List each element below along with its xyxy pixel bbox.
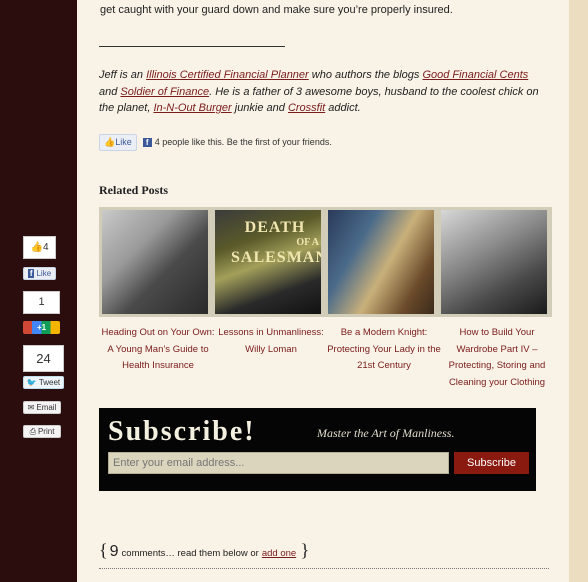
divider bbox=[99, 46, 285, 47]
related-post-link[interactable]: How to Build Your Wardrobe Part IV – Pro… bbox=[440, 325, 554, 391]
thumbnail-health-insurance[interactable] bbox=[102, 210, 208, 314]
fb-count-value: 4 bbox=[42, 242, 49, 253]
subscribe-button[interactable]: Subscribe bbox=[454, 452, 529, 474]
tweet-label: Tweet bbox=[38, 378, 61, 387]
bio-text: addict. bbox=[325, 102, 361, 114]
email-input[interactable] bbox=[108, 452, 449, 474]
google-plus-button[interactable]: +1 bbox=[23, 321, 60, 334]
email-share-button[interactable]: ✉ Email bbox=[23, 401, 61, 414]
print-label: Print bbox=[37, 427, 55, 436]
subscribe-box: Subscribe! Master the Art of Manliness. … bbox=[99, 408, 536, 491]
facebook-like-button[interactable]: 👍 Like bbox=[99, 133, 137, 151]
thumbs-up-icon: 👍 bbox=[104, 136, 116, 147]
brace-close: } bbox=[296, 540, 310, 560]
comments-text: comments… read them below or bbox=[121, 548, 259, 559]
printer-icon: ⎙ bbox=[29, 426, 36, 436]
brace-open: { bbox=[99, 540, 108, 560]
related-posts-heading: Related Posts bbox=[99, 183, 168, 197]
tweet-button[interactable]: 🐦 Tweet bbox=[23, 376, 64, 389]
bio-text: and bbox=[99, 85, 121, 98]
bio-text: junkie and bbox=[231, 102, 288, 114]
dotted-divider bbox=[99, 568, 549, 569]
like-label: Like bbox=[115, 137, 132, 147]
thumbs-up-icon: 👍 bbox=[30, 242, 43, 253]
comments-summary: { 9 comments… read them below or add one… bbox=[99, 540, 309, 561]
facebook-share-button[interactable]: f Like bbox=[23, 267, 56, 280]
soldier-of-finance-link[interactable]: Soldier of Finance bbox=[120, 86, 209, 98]
related-post-link[interactable]: Lessons in Unmanliness: Willy Loman bbox=[214, 325, 328, 358]
related-post-link[interactable]: Heading Out on Your Own: A Young Man’s G… bbox=[101, 325, 215, 375]
intro-text: get caught with your guard down and make… bbox=[100, 4, 453, 16]
facebook-share-count: 👍4 bbox=[23, 236, 56, 259]
right-edge bbox=[569, 0, 588, 582]
facebook-icon: f bbox=[142, 137, 152, 147]
thumbnail-wardrobe[interactable] bbox=[441, 210, 547, 314]
print-button[interactable]: ⎙ Print bbox=[23, 425, 61, 438]
facebook-icon: f bbox=[27, 269, 35, 278]
article-content: get caught with your guard down and make… bbox=[77, 0, 569, 582]
related-thumbnails: DEATH OF A SALESMAN bbox=[99, 207, 552, 317]
thumbnail-willy-loman[interactable]: DEATH OF A SALESMAN bbox=[215, 210, 321, 314]
facebook-like-widget: 👍 Like f 4 people like this. Be the first… bbox=[99, 133, 332, 151]
google-plus-count: 1 bbox=[23, 291, 60, 314]
comment-count: 9 bbox=[109, 543, 119, 560]
add-comment-link[interactable]: add one bbox=[262, 548, 296, 559]
related-post-link[interactable]: Be a Modern Knight: Protecting Your Lady… bbox=[327, 325, 441, 375]
subscribe-title: Subscribe! bbox=[108, 416, 256, 447]
good-financial-cents-link[interactable]: Good Financial Cents bbox=[422, 69, 528, 81]
cfp-link[interactable]: Illinois Certified Financial Planner bbox=[146, 69, 309, 81]
twitter-icon: 🐦 bbox=[26, 378, 37, 387]
in-n-out-link[interactable]: In-N-Out Burger bbox=[153, 102, 231, 114]
bio-text: who authors the blogs bbox=[308, 69, 423, 81]
tweet-count: 24 bbox=[23, 345, 64, 372]
subscribe-tagline: Master the Art of Manliness. bbox=[317, 426, 455, 440]
author-bio: Jeff is an Illinois Certified Financial … bbox=[99, 67, 549, 117]
fb-share-label: Like bbox=[36, 269, 52, 278]
bio-text: Jeff is an bbox=[99, 69, 147, 81]
like-count-text: 4 people like this. Be the first of your… bbox=[154, 137, 332, 147]
thumbnail-modern-knight[interactable] bbox=[328, 210, 434, 314]
email-label: Email bbox=[36, 403, 57, 412]
crossfit-link[interactable]: Crossfit bbox=[288, 102, 325, 114]
thumbnail-caption: DEATH OF A SALESMAN bbox=[231, 219, 321, 266]
envelope-icon: ✉ bbox=[27, 403, 35, 412]
